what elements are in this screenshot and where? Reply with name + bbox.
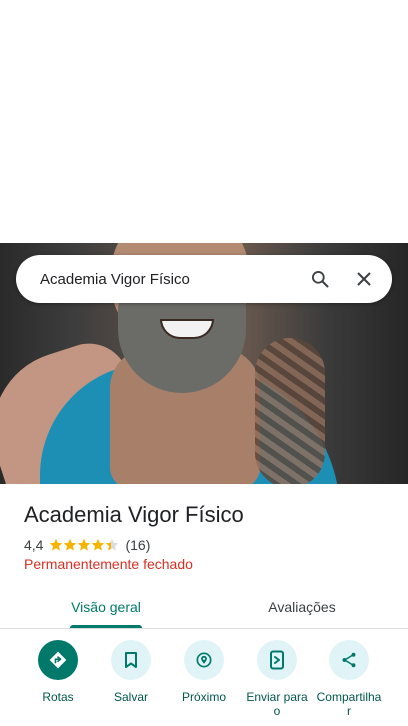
- send-to-phone-button[interactable]: Enviar para o: [242, 640, 312, 718]
- action-row: Rotas Salvar Próximo Enviar para o Compa…: [0, 640, 408, 726]
- share-icon: [329, 640, 369, 680]
- star-icon: [50, 538, 63, 551]
- directions-label: Rotas: [42, 690, 74, 704]
- nearby-icon: [184, 640, 224, 680]
- share-button[interactable]: Compartilha r: [314, 640, 384, 718]
- map-area-blank: [0, 0, 408, 243]
- send-to-phone-label: Enviar para o: [246, 690, 308, 718]
- share-label: Compartilha r: [316, 690, 382, 718]
- close-icon[interactable]: [346, 261, 382, 297]
- tab-overview[interactable]: Visão geral: [34, 586, 178, 628]
- tab-bar: Visão geral Avaliações: [0, 586, 408, 629]
- rating-stars: [49, 538, 119, 552]
- tab-reviews[interactable]: Avaliações: [230, 586, 374, 628]
- status-badge: Permanentemente fechado: [24, 556, 193, 572]
- tab-reviews-label: Avaliações: [268, 599, 336, 615]
- star-icon: [106, 538, 119, 551]
- search-query[interactable]: Academia Vigor Físico: [40, 271, 302, 288]
- tab-overview-label: Visão geral: [71, 599, 141, 615]
- tab-active-indicator: [70, 625, 142, 628]
- search-bar[interactable]: Academia Vigor Físico: [16, 255, 392, 303]
- star-icon: [78, 538, 91, 551]
- place-title: Academia Vigor Físico: [24, 502, 244, 527]
- photo-tattoo: [255, 338, 325, 484]
- rating-row[interactable]: 4,4 (16): [24, 536, 150, 554]
- send-to-phone-icon: [257, 640, 297, 680]
- rating-value: 4,4: [24, 537, 44, 553]
- nearby-label: Próximo: [181, 690, 226, 704]
- nearby-button[interactable]: Próximo: [169, 640, 239, 704]
- search-icon[interactable]: [302, 261, 338, 297]
- review-count: (16): [125, 537, 151, 553]
- bookmark-icon: [111, 640, 151, 680]
- directions-icon: [38, 640, 78, 680]
- star-icon: [64, 538, 77, 551]
- save-button[interactable]: Salvar: [96, 640, 166, 704]
- directions-button[interactable]: Rotas: [23, 640, 93, 704]
- save-label: Salvar: [113, 690, 148, 704]
- star-icon: [92, 538, 105, 551]
